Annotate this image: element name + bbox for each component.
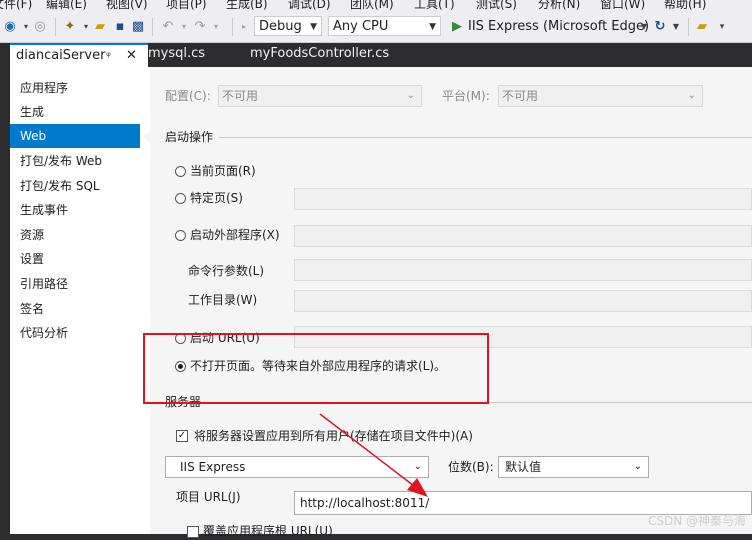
watermark: CSDN @神秦与海 [647,514,746,528]
arrow-annotation [319,413,428,497]
arrow-head [407,478,428,497]
arrow-shaft [319,413,419,490]
